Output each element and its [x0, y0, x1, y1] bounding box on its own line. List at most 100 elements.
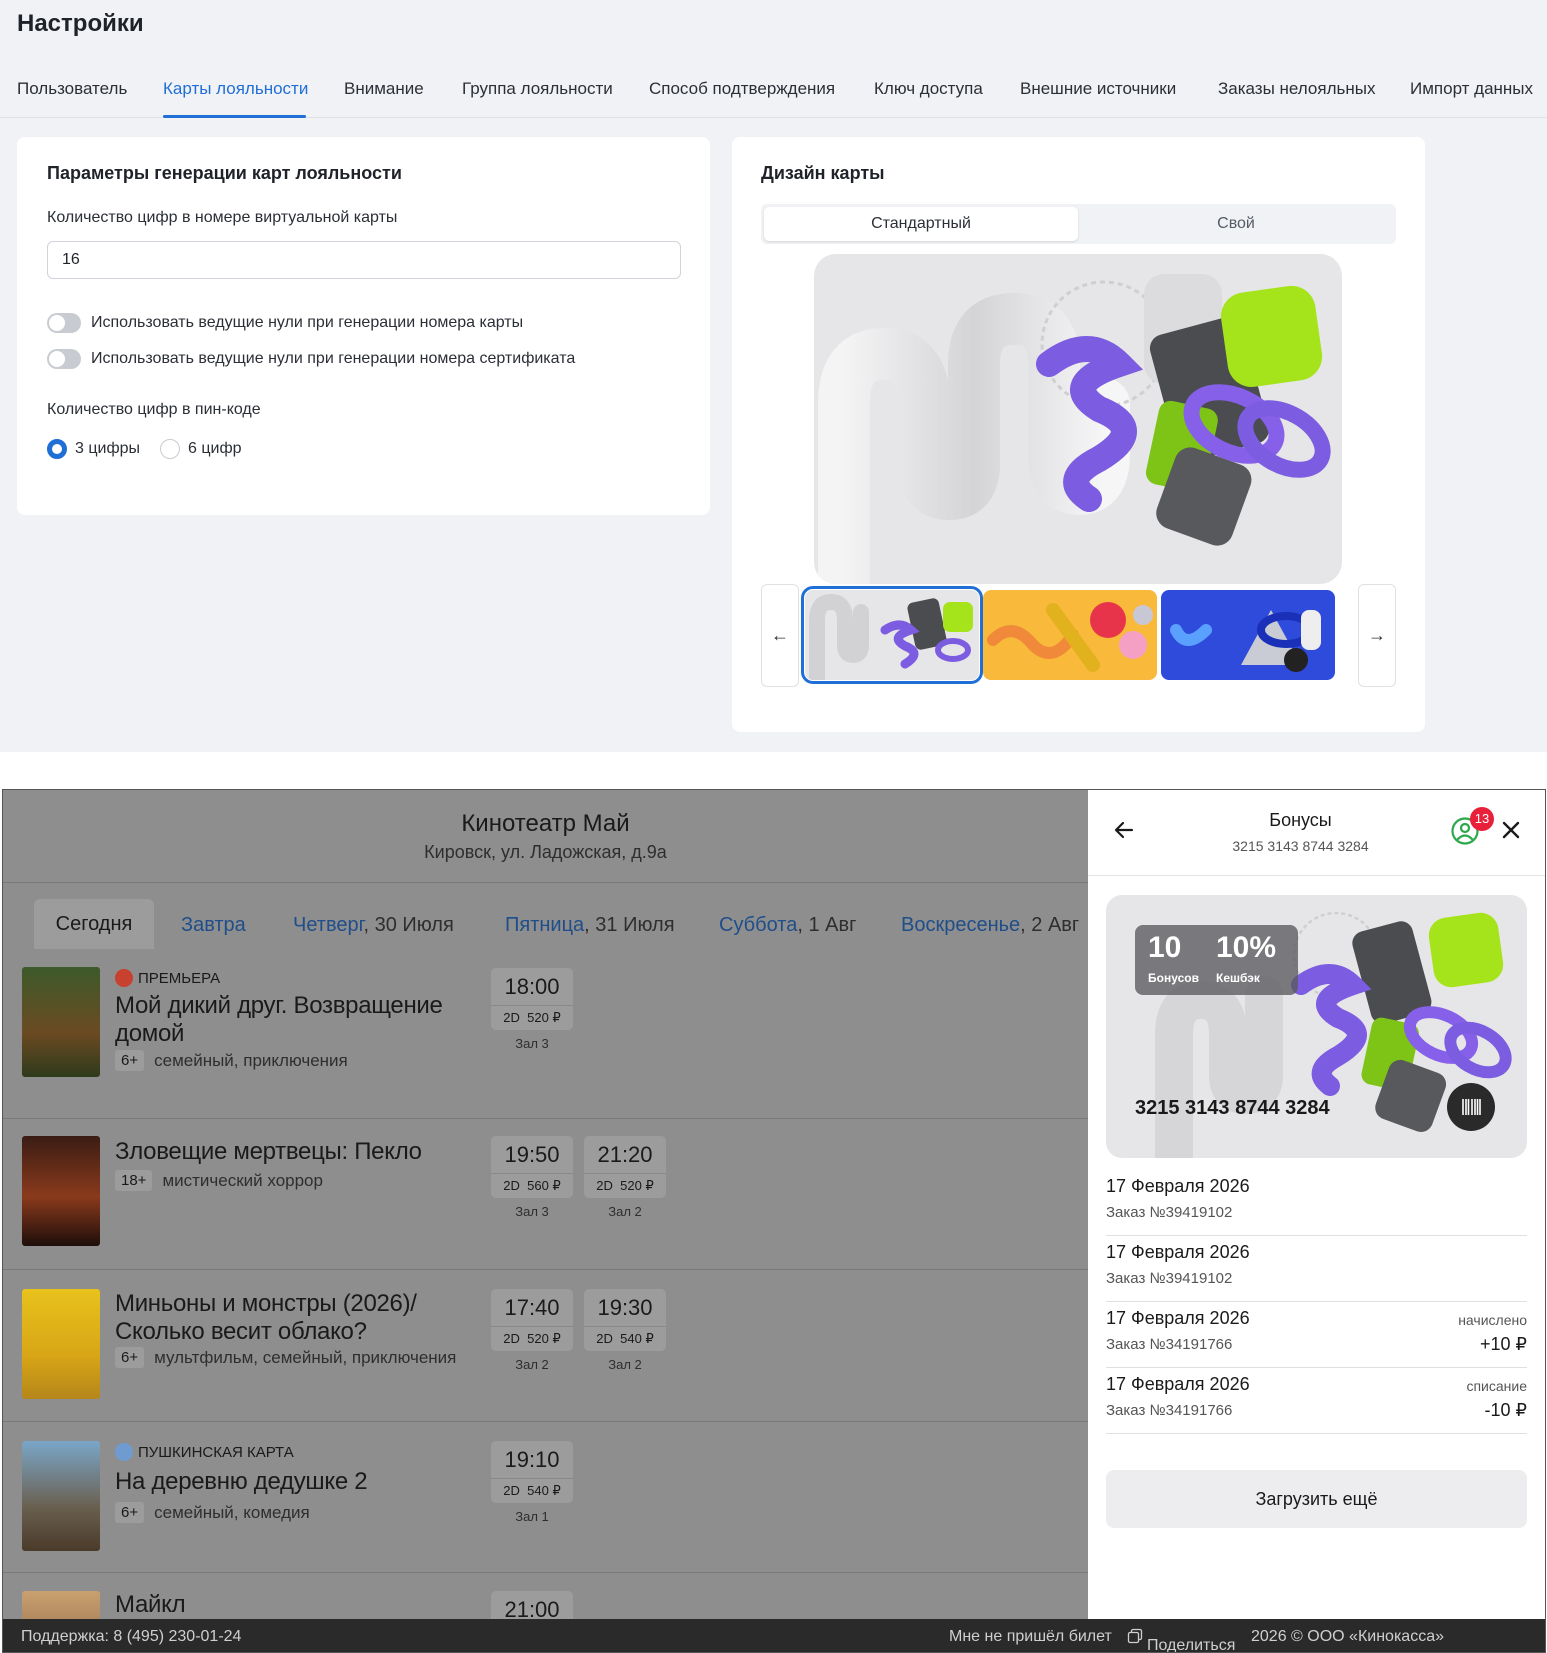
- movie-poster[interactable]: [22, 1591, 100, 1619]
- movie-title[interactable]: На деревню дедушке 2: [115, 1468, 368, 1496]
- session-button[interactable]: 17:40 2D 520 ₽ Зал 2: [491, 1289, 573, 1372]
- movie-row[interactable]: ПРЕМЬЕРА Мой дикий друг. Возвращение домо…: [3, 949, 1088, 1101]
- transaction-kind: списание: [1466, 1378, 1527, 1394]
- movie-meta: 6+ мультфильм, семейный, приключения: [115, 1347, 456, 1368]
- session-price-value: 560 ₽: [527, 1178, 561, 1193]
- movie-poster[interactable]: [22, 1136, 100, 1246]
- tab-access-key[interactable]: Ключ доступа: [874, 79, 983, 99]
- movie-meta: 6+ семейный, приключения: [115, 1050, 348, 1071]
- movie-title-line-1: Мой дикий друг. Возвращение: [115, 992, 443, 1019]
- design-thumbnail-carousel: ← →: [761, 584, 1396, 687]
- session-time: 17:40: [491, 1289, 573, 1326]
- day-tab-today[interactable]: Сегодня: [34, 899, 154, 949]
- tab-user[interactable]: Пользователь: [17, 79, 127, 99]
- movie-poster[interactable]: [22, 967, 100, 1077]
- movie-meta: 6+ семейный, комедия: [115, 1502, 310, 1523]
- tab-loyalty-cards[interactable]: Карты лояльности: [163, 79, 308, 99]
- tab-non-loyal-orders[interactable]: Заказы нелояльных: [1218, 79, 1375, 99]
- design-segmented-control: Стандартный Свой: [761, 204, 1396, 244]
- transaction-date: 17 Февраля 2026: [1106, 1308, 1250, 1328]
- movie-poster[interactable]: [22, 1289, 100, 1399]
- movie-meta: 18+ мистический хоррор: [115, 1170, 323, 1191]
- day-tabs: Сегодня Завтра Четверг, 30 Июля Пятница,…: [3, 883, 1088, 949]
- day-tab-label: Четверг: [293, 914, 364, 936]
- session-button[interactable]: 19:50 2D 560 ₽ Зал 3: [491, 1136, 573, 1219]
- movie-poster[interactable]: [22, 1441, 100, 1551]
- premiere-badge-text: ПРЕМЬЕРА: [138, 969, 221, 987]
- session-button[interactable]: 21:00: [491, 1591, 573, 1619]
- movie-title[interactable]: Мой дикий друг. Возвращение домой: [115, 992, 443, 1048]
- movie-title[interactable]: Майкл: [115, 1591, 186, 1619]
- thumbnail-grey[interactable]: [801, 586, 983, 684]
- thumbnail-yellow[interactable]: [983, 590, 1157, 680]
- movie-title[interactable]: Миньоны и монстры (2026)/Сколько весит о…: [115, 1290, 417, 1346]
- age-rating: 6+: [115, 1502, 145, 1523]
- pin-radio-group: 3 цифры 6 цифр: [47, 439, 262, 459]
- session-hall: Зал 1: [515, 1509, 549, 1524]
- age-rating: 6+: [115, 1050, 145, 1071]
- toggle-row-card-zeros[interactable]: Использовать ведущие нули при генерации …: [47, 311, 523, 335]
- tab-loyalty-group[interactable]: Группа лояльности: [462, 79, 613, 99]
- close-icon[interactable]: [1499, 818, 1523, 842]
- session-button[interactable]: 19:10 2D 540 ₽ Зал 1: [491, 1441, 573, 1524]
- day-tab-tomorrow[interactable]: Завтра: [181, 914, 246, 937]
- share-link[interactable]: Поделиться: [1127, 1628, 1235, 1652]
- pin-label: Количество цифр в пин-коде: [47, 401, 261, 418]
- cert-zeros-toggle[interactable]: [47, 349, 81, 369]
- carousel-prev-button[interactable]: ←: [761, 584, 799, 687]
- tab-data-import[interactable]: Импорт данных: [1410, 79, 1533, 99]
- transaction-kind: начислено: [1458, 1312, 1527, 1328]
- day-tab-saturday[interactable]: Суббота, 1 Авг: [719, 914, 856, 937]
- day-tab-thursday[interactable]: Четверг, 30 Июля: [293, 914, 454, 937]
- toggle-row-cert-zeros[interactable]: Использовать ведущие нули при генерации …: [47, 347, 575, 371]
- movie-row[interactable]: Майкл 21:00: [3, 1572, 1088, 1619]
- barcode-button[interactable]: [1447, 1083, 1495, 1131]
- day-tab-friday[interactable]: Пятница, 31 Июля: [505, 914, 675, 937]
- segment-custom[interactable]: Свой: [1079, 207, 1393, 241]
- session-format: 2D: [596, 1331, 613, 1346]
- day-tab-date: , 2 Авг: [1020, 914, 1080, 936]
- bonus-count: 10: [1148, 931, 1182, 964]
- day-tab-today-label: Сегодня: [55, 913, 133, 935]
- session-time: 21:00: [491, 1591, 573, 1619]
- radio-3-digits[interactable]: 3 цифры: [47, 439, 140, 459]
- tab-external-sources[interactable]: Внешние источники: [1020, 79, 1176, 99]
- day-tab-sunday[interactable]: Воскресенье, 2 Авг: [901, 914, 1079, 937]
- card-design-preview: [814, 254, 1342, 584]
- session-price-value: 520 ₽: [527, 1331, 561, 1346]
- transaction-order: Заказ №34191766: [1106, 1402, 1233, 1419]
- segment-standard[interactable]: Стандартный: [764, 207, 1078, 241]
- carousel-next-button[interactable]: →: [1358, 584, 1396, 687]
- radio-6-digits-label: 6 цифр: [188, 440, 242, 457]
- radio-3-digits-dot[interactable]: [47, 439, 67, 459]
- thumbnail-blue[interactable]: [1161, 590, 1335, 680]
- session-button[interactable]: 19:30 2D 540 ₽ Зал 2: [584, 1289, 666, 1372]
- session-price-value: 520 ₽: [527, 1010, 561, 1025]
- tab-confirmation-method[interactable]: Способ подтверждения: [649, 79, 835, 99]
- day-tab-label: Суббота: [719, 914, 798, 936]
- session-price: 2D 520 ₽: [491, 1326, 573, 1351]
- transaction-amount: -10 ₽: [1484, 1400, 1527, 1420]
- movie-row[interactable]: Зловещие мертвецы: Пекло 18+ мистический …: [3, 1118, 1088, 1268]
- support-phone[interactable]: Поддержка: 8 (495) 230-01-24: [21, 1628, 241, 1646]
- movie-row[interactable]: Миньоны и монстры (2026)/Сколько весит о…: [3, 1269, 1088, 1421]
- no-ticket-link[interactable]: Мне не пришёл билет: [949, 1628, 1112, 1646]
- movie-title[interactable]: Зловещие мертвецы: Пекло: [115, 1138, 422, 1166]
- card-zeros-toggle[interactable]: [47, 313, 81, 333]
- arrow-left-icon: ←: [771, 625, 789, 645]
- cinema-kiosk: Кинотеатр Май Кировск, ул. Ладожская, д.…: [2, 789, 1546, 1653]
- load-more-button[interactable]: Загрузить ещё: [1106, 1470, 1527, 1528]
- bonus-panel-header: Бонусы 3215 3143 8744 3284 13: [1088, 790, 1545, 876]
- day-tab-date: , 1 Авг: [797, 914, 857, 936]
- premiere-icon: [115, 969, 133, 987]
- movie-row[interactable]: ПУШКИНСКАЯ КАРТА На деревню дедушке 2 6+…: [3, 1421, 1088, 1572]
- session-button[interactable]: 21:20 2D 520 ₽ Зал 2: [584, 1136, 666, 1219]
- transaction-order: Заказ №39419102: [1106, 1270, 1233, 1287]
- session-button[interactable]: 18:00 2D 520 ₽ Зал 3: [491, 968, 573, 1051]
- radio-6-digits[interactable]: 6 цифр: [160, 439, 242, 459]
- design-title: Дизайн карты: [761, 163, 885, 183]
- radio-6-digits-dot[interactable]: [160, 439, 181, 459]
- digits-input[interactable]: 16: [47, 241, 681, 279]
- movie-title-line-2: Сколько весит облако?: [115, 1318, 367, 1345]
- tab-attention[interactable]: Внимание: [344, 79, 424, 99]
